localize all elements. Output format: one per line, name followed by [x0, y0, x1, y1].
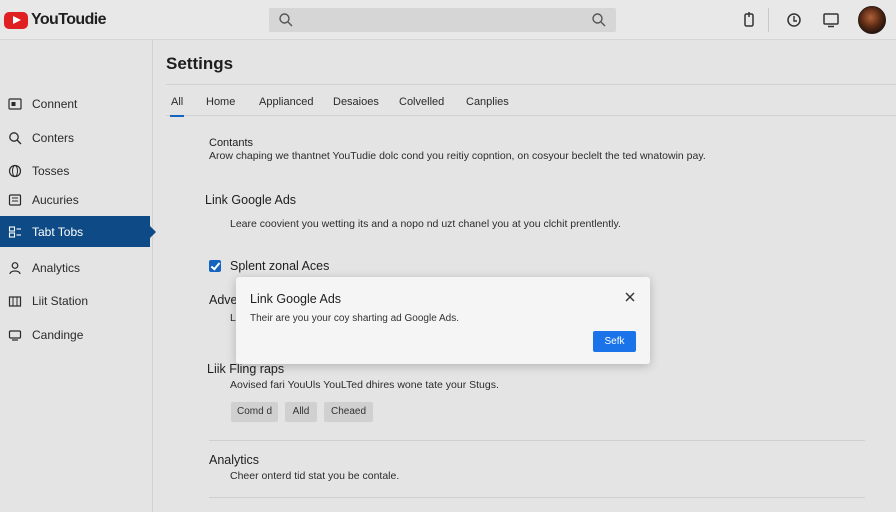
- sidebar-item-label: Candinge: [32, 327, 84, 342]
- link-fling-description: Aovised fari YouUls YouLTed dhires wone …: [230, 379, 499, 391]
- sidebar-item-label: Liit Station: [32, 293, 89, 308]
- advertising-description: L: [230, 312, 236, 324]
- play-logo-icon: [4, 11, 28, 29]
- tabs-icon: [8, 225, 21, 238]
- upload-icon[interactable]: [739, 10, 759, 30]
- sidebar-item-label: Analytics: [32, 260, 81, 275]
- tab-bar: All Home Applianced Desaioes Colvelled C…: [166, 84, 896, 117]
- tab-home[interactable]: Home: [206, 96, 235, 108]
- section-divider: [209, 440, 865, 441]
- link-google-ads-dialog: Link Google Ads Their are you your coy s…: [236, 277, 650, 364]
- sidebar-item-liit-station[interactable]: Liit Station: [0, 285, 150, 316]
- content-icon: [8, 97, 22, 110]
- logo[interactable]: YouToudie: [4, 11, 106, 29]
- sidebar-item-label: Conters: [32, 130, 75, 145]
- search-icon: [9, 131, 22, 144]
- dialog-description: Their are you your coy sharting ad Googl…: [250, 313, 460, 324]
- close-icon[interactable]: [624, 291, 636, 303]
- analytics-description: Cheer onterd tid stat you be contale.: [230, 470, 400, 482]
- sidebar-item-connent[interactable]: Connent: [0, 88, 150, 119]
- search-icon[interactable]: [591, 12, 607, 28]
- tab-all[interactable]: All: [169, 96, 185, 117]
- analytics-title: Analytics: [209, 453, 260, 467]
- sidebar-item-label: Aucuries: [32, 192, 79, 207]
- monitor-icon[interactable]: [821, 10, 841, 30]
- splent-zonal-aces-checkbox[interactable]: [209, 260, 221, 272]
- sidebar-item-label: Tabt Tobs: [32, 224, 84, 239]
- link-fling-title: Liik Fling raps: [207, 362, 285, 376]
- station-icon: [8, 295, 22, 307]
- search-input[interactable]: [269, 8, 616, 32]
- chip-cheaed[interactable]: Cheaed: [324, 402, 373, 422]
- settings-icon: [8, 329, 22, 341]
- avatar[interactable]: [858, 6, 886, 34]
- link-google-ads-title: Link Google Ads: [205, 193, 297, 207]
- advertising-title: Adve: [209, 293, 238, 307]
- sidebar-item-tosses[interactable]: Tosses: [0, 155, 150, 186]
- dialog-title: Link Google Ads: [250, 292, 342, 306]
- tab-canplies[interactable]: Canplies: [466, 96, 509, 108]
- contents-description: Arow chaping we thantnet YouTudie dolc c…: [209, 150, 706, 162]
- sidebar-item-analytics[interactable]: Analytics: [0, 252, 150, 283]
- toolbar-divider: [768, 8, 769, 32]
- library-icon: [8, 193, 22, 206]
- sidebar-item-conters[interactable]: Conters: [0, 122, 150, 153]
- globe-icon: [8, 164, 22, 177]
- sidebar: Connent Conters Tosses Aucuries Tabt Tob…: [0, 40, 156, 512]
- tab-colvelled[interactable]: Colvelled: [399, 96, 444, 108]
- page-title: Settings: [166, 54, 234, 73]
- sidebar-item-tabt-tobs[interactable]: Tabt Tobs: [0, 216, 156, 247]
- link-google-ads-description: Leare coovient you wetting its and a nop…: [230, 218, 621, 230]
- search-icon[interactable]: [278, 12, 294, 28]
- chip-alld[interactable]: Alld: [285, 402, 317, 422]
- brand-name: YouToudie: [31, 11, 106, 28]
- sidebar-item-label: Tosses: [32, 163, 70, 178]
- dialog-confirm-button[interactable]: Sefk: [593, 331, 636, 352]
- tab-applianced[interactable]: Applianced: [259, 96, 313, 108]
- tab-desaioes[interactable]: Desaioes: [333, 96, 379, 108]
- section-divider: [209, 497, 865, 498]
- top-bar: YouToudie: [0, 0, 896, 40]
- contents-title: Contants: [209, 137, 254, 149]
- sidebar-item-aucuries[interactable]: Aucuries: [0, 184, 150, 215]
- notification-icon[interactable]: [784, 10, 804, 30]
- sidebar-item-candinge[interactable]: Candinge: [0, 319, 150, 350]
- checkbox-label: Splent zonal Aces: [230, 259, 330, 273]
- sidebar-item-label: Connent: [32, 96, 78, 111]
- person-icon: [9, 261, 21, 274]
- chip-comd[interactable]: Comd d: [231, 402, 278, 422]
